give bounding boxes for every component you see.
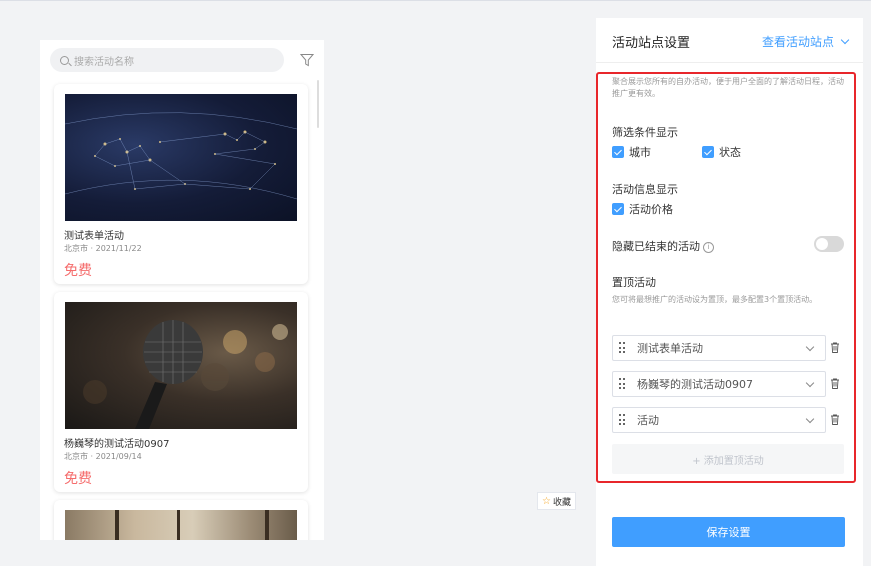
activity-price: 免费 xyxy=(64,263,92,279)
chevron-down-icon xyxy=(805,414,815,423)
divider xyxy=(596,62,863,63)
toggle-knob xyxy=(816,238,828,250)
activity-card[interactable]: 杨巍琴的测试活动0907 北京市 · 2021/09/14 免费 xyxy=(54,292,308,492)
site-preview: 搜索活动名称 测试表单活动 北京市 · 2021/11/22 免费 杨巍琴的测试… xyxy=(40,40,324,540)
checkbox-checked-icon xyxy=(702,146,714,158)
favorite-label: 收藏 xyxy=(552,497,571,508)
hide-ended-text: 隐藏已结束的活动 xyxy=(612,240,700,253)
activity-title: 测试表单活动 xyxy=(64,231,124,242)
activity-card[interactable]: 测试表单活动 北京市 · 2021/11/22 免费 xyxy=(54,84,308,284)
checkbox-checked-icon xyxy=(612,146,624,158)
hide-ended-label: 隐藏已结束的活动 i xyxy=(612,238,714,254)
drag-handle-icon[interactable] xyxy=(619,378,627,390)
search-input[interactable]: 搜索活动名称 xyxy=(50,48,284,72)
info-icon[interactable]: i xyxy=(703,241,714,253)
checkbox-label: 城市 xyxy=(629,146,651,159)
chevron-down-icon xyxy=(805,378,815,387)
view-site-link[interactable]: 查看活动站点 xyxy=(762,33,850,50)
activity-cover-image xyxy=(65,302,297,429)
checkbox-label: 活动价格 xyxy=(629,203,673,216)
hide-ended-toggle[interactable] xyxy=(814,236,844,252)
trash-icon[interactable] xyxy=(830,414,840,425)
scrollbar[interactable] xyxy=(317,80,319,128)
info-section-label: 活动信息显示 xyxy=(612,183,678,196)
pinned-activity-label: 活动 xyxy=(637,414,659,427)
activity-price: 免费 xyxy=(64,471,92,487)
pin-section-description: 您可将最想推广的活动设为置顶，最多配置3个置顶活动。 xyxy=(612,295,818,304)
add-pinned-activity-button[interactable]: + 添加置顶活动 xyxy=(612,444,844,474)
pinned-activity-select[interactable]: 测试表单活动 xyxy=(612,335,826,361)
search-placeholder: 搜索活动名称 xyxy=(74,56,134,68)
activity-cover-image xyxy=(65,94,297,221)
activity-meta: 北京市 · 2021/09/14 xyxy=(64,452,142,461)
search-icon xyxy=(60,55,69,65)
trash-icon[interactable] xyxy=(830,342,840,353)
chevron-down-icon xyxy=(840,35,850,45)
pinned-activity-select[interactable]: 杨巍琴的测试活动0907 xyxy=(612,371,826,397)
checkbox-price[interactable]: 活动价格 xyxy=(612,201,673,217)
drag-handle-icon[interactable] xyxy=(619,342,627,354)
star-icon: ☆ xyxy=(542,495,551,507)
settings-description: 聚合展示您所有的自办活动，便于用户全面的了解活动日程，活动推广更有效。 xyxy=(612,77,844,98)
save-button[interactable]: 保存设置 xyxy=(612,517,845,547)
filter-icon[interactable] xyxy=(300,53,314,67)
filter-section-label: 筛选条件显示 xyxy=(612,126,678,139)
search-row: 搜索活动名称 xyxy=(50,48,318,72)
checkbox-label: 状态 xyxy=(719,146,741,159)
top-border xyxy=(0,0,871,1)
pinned-activity-label: 杨巍琴的测试活动0907 xyxy=(637,378,753,391)
chevron-down-icon xyxy=(805,342,815,351)
activity-title: 杨巍琴的测试活动0907 xyxy=(64,439,170,450)
drag-handle-icon[interactable] xyxy=(619,414,627,426)
activity-meta: 北京市 · 2021/11/22 xyxy=(64,244,142,253)
checkbox-checked-icon xyxy=(612,203,624,215)
pinned-activity-label: 测试表单活动 xyxy=(637,342,703,355)
settings-title: 活动站点设置 xyxy=(612,36,691,51)
activity-cover-image xyxy=(65,510,297,540)
pin-section-label: 置顶活动 xyxy=(612,276,656,289)
trash-icon[interactable] xyxy=(830,378,840,389)
checkbox-status[interactable]: 状态 xyxy=(702,144,741,160)
view-site-label: 查看活动站点 xyxy=(762,35,835,49)
pinned-activity-select[interactable]: 活动 xyxy=(612,407,826,433)
favorite-button[interactable]: ☆ 收藏 xyxy=(537,492,576,510)
activity-card[interactable] xyxy=(54,500,308,540)
checkbox-city[interactable]: 城市 xyxy=(612,144,651,160)
settings-panel: 活动站点设置 查看活动站点 聚合展示您所有的自办活动，便于用户全面的了解活动日程… xyxy=(596,18,863,566)
